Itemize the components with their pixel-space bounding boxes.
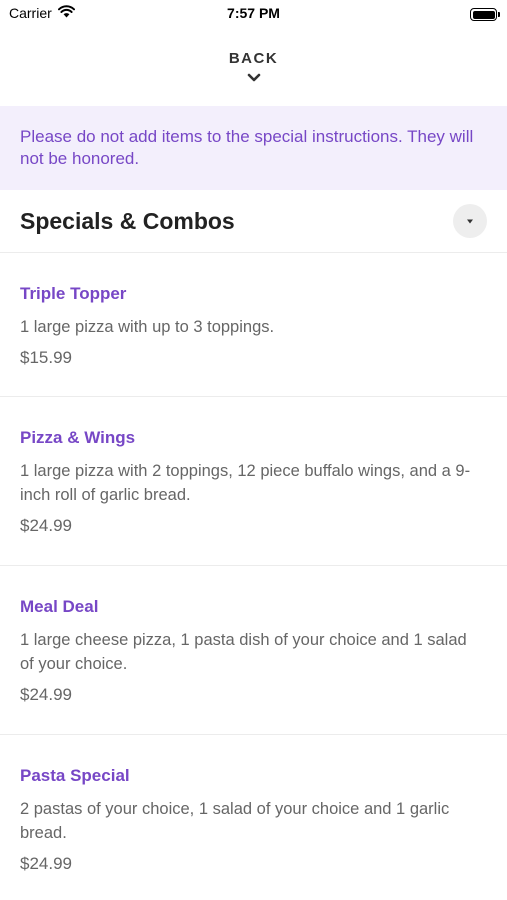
menu-item-description: 2 pastas of your choice, 1 salad of your… — [20, 800, 450, 842]
back-button[interactable]: BACK — [0, 28, 507, 106]
menu-item-name: Pizza & Wings — [20, 428, 136, 447]
menu-item-triple-topper[interactable]: Triple Topper 1 large pizza with up to 3… — [0, 253, 507, 397]
status-time: 7:57 PM — [227, 5, 280, 21]
battery-icon — [470, 8, 500, 21]
section-title: Specials & Combos — [20, 207, 235, 234]
menu-item-name: Meal Deal — [20, 597, 99, 616]
menu-item-meal-deal[interactable]: Meal Deal 1 large cheese pizza, 1 pasta … — [0, 566, 507, 735]
notice-text: Please do not add items to the special i… — [20, 127, 474, 168]
caret-down-icon — [467, 219, 473, 223]
menu-item-description: 1 large cheese pizza, 1 pasta dish of yo… — [20, 631, 467, 673]
menu-item-pizza-wings[interactable]: Pizza & Wings 1 large pizza with 2 toppi… — [0, 397, 507, 566]
status-bar: Carrier 7:57 PM — [0, 0, 507, 28]
menu-item-pasta-special[interactable]: Pasta Special 2 pastas of your choice, 1… — [0, 735, 507, 900]
special-instructions-notice: Please do not add items to the special i… — [0, 106, 507, 190]
menu-item-price: $24.99 — [20, 685, 72, 704]
section-header[interactable]: Specials & Combos — [0, 190, 507, 253]
menu-item-price: $15.99 — [20, 348, 72, 367]
section-toggle-button[interactable] — [453, 204, 487, 238]
menu-item-price: $24.99 — [20, 854, 72, 873]
chevron-down-icon — [247, 69, 261, 87]
menu-item-description: 1 large pizza with up to 3 toppings. — [20, 318, 275, 336]
menu-item-price: $24.99 — [20, 516, 72, 535]
back-label: BACK — [228, 50, 279, 67]
menu-item-name: Triple Topper — [20, 284, 127, 303]
menu-item-description: 1 large pizza with 2 toppings, 12 piece … — [20, 462, 471, 504]
battery-level — [472, 10, 495, 19]
menu-item-name: Pasta Special — [20, 766, 130, 785]
